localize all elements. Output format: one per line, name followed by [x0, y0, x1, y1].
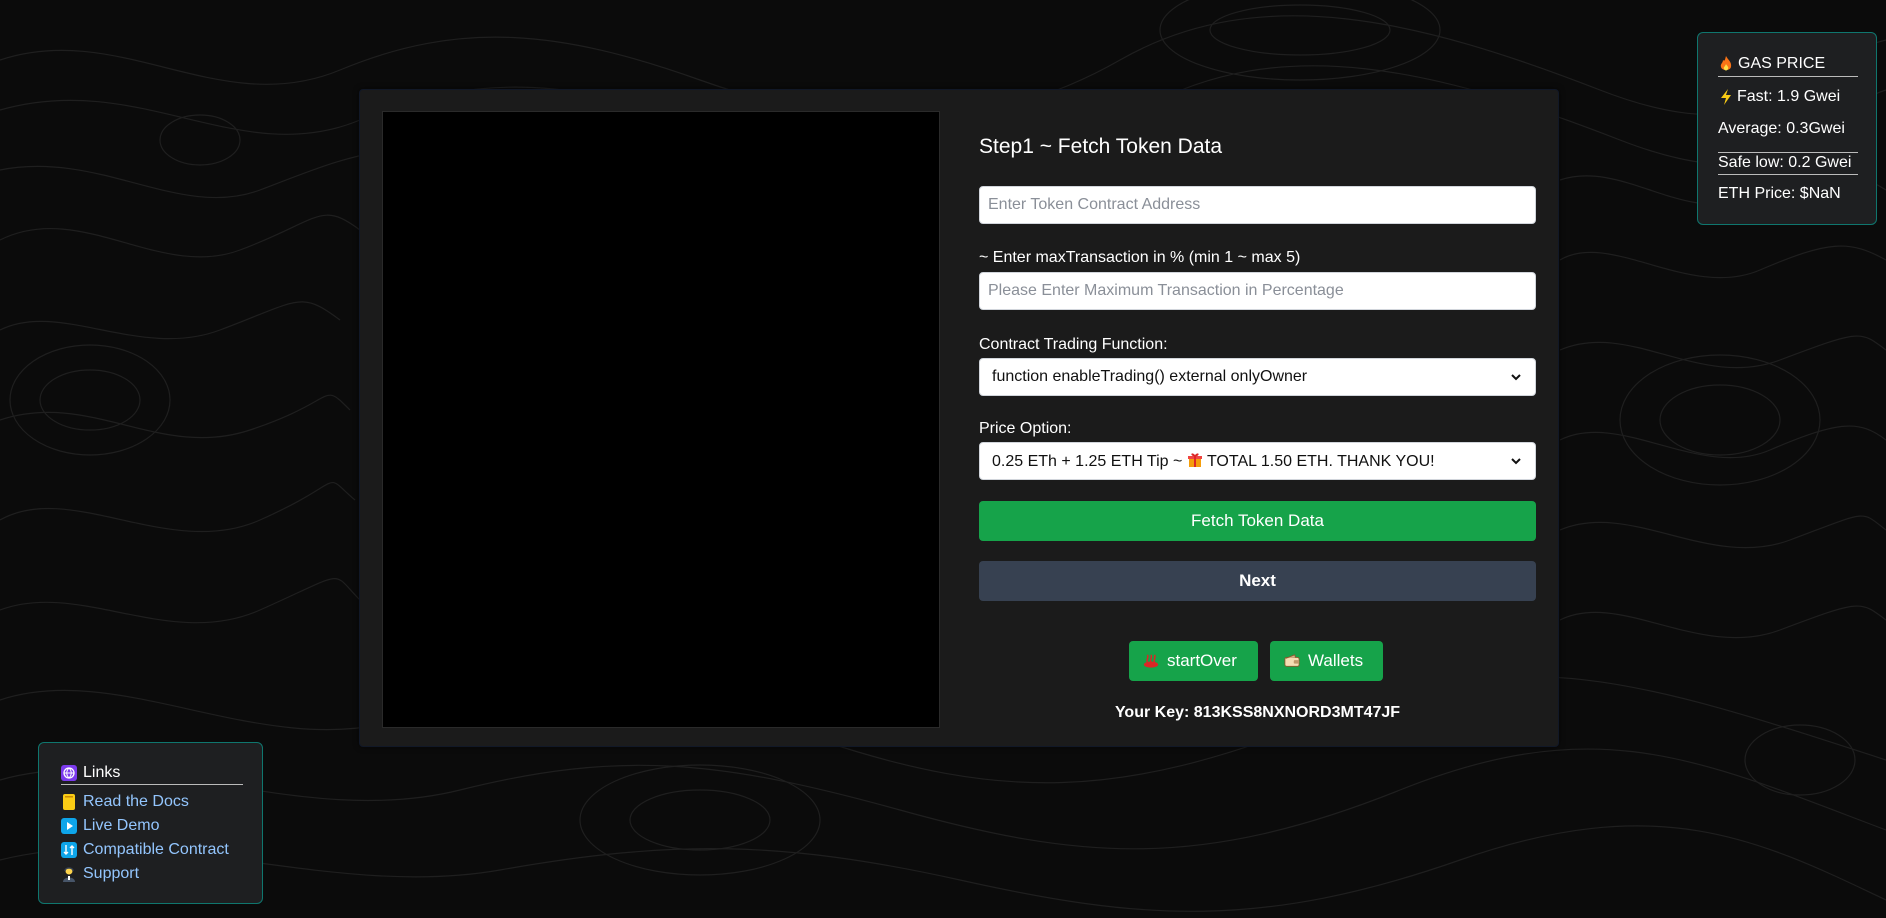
price-option-label: Price Option: [979, 420, 1072, 437]
gas-price-panel: GAS PRICE Fast: 1.9 Gwei Average: 0.3Gwe… [1697, 32, 1877, 225]
lightning-icon [1718, 89, 1734, 105]
wallets-label: Wallets [1308, 651, 1364, 670]
eth-price: ETH Price: $NaN [1718, 185, 1841, 202]
links-title: Links [61, 764, 243, 785]
start-over-label: startOver [1167, 651, 1237, 670]
step-title: Step1 ~ Fetch Token Data [979, 135, 1223, 158]
token-preview-panel [382, 111, 940, 728]
link-read-the-docs[interactable]: Read the Docs [61, 793, 189, 811]
globe-icon [61, 765, 77, 781]
gas-price-title: GAS PRICE [1718, 55, 1858, 77]
price-option-selected: 0.25 ETh + 1.25 ETH Tip ~ TOTAL 1.50 ETH… [992, 452, 1509, 471]
max-transaction-label: ~ Enter maxTransaction in % (min 1 ~ max… [979, 249, 1301, 266]
trading-function-select[interactable]: function enableTrading() external onlyOw… [979, 358, 1536, 396]
gas-fast-text: Fast: 1.9 Gwei [1737, 88, 1841, 105]
wallets-button[interactable]: Wallets [1270, 641, 1383, 681]
link-live-demo[interactable]: Live Demo [61, 817, 159, 835]
gas-safe-low: Safe low: 0.2 Gwei [1718, 152, 1858, 175]
links-panel: Links Read the Docs Live Demo Compatible… [38, 742, 263, 904]
book-icon [61, 794, 77, 810]
gas-price-title-text: GAS PRICE [1738, 55, 1826, 72]
gas-fast: Fast: 1.9 Gwei [1718, 88, 1840, 106]
gift-icon [1187, 452, 1203, 468]
fetch-token-data-button[interactable]: Fetch Token Data [979, 501, 1536, 541]
play-icon [61, 818, 77, 834]
chevron-down-icon [1511, 374, 1521, 381]
chevron-down-icon [1511, 458, 1521, 465]
price-option-suffix: TOTAL 1.50 ETH. THANK YOU! [1206, 452, 1435, 470]
link-live-demo-label: Live Demo [83, 817, 160, 834]
trading-function-label: Contract Trading Function: [979, 336, 1168, 353]
contract-address-input[interactable] [979, 186, 1536, 224]
link-compatible-contract[interactable]: Compatible Contract [61, 841, 229, 859]
link-compatible-contract-label: Compatible Contract [83, 841, 229, 858]
hot-springs-icon [1143, 653, 1159, 669]
max-transaction-input[interactable] [979, 272, 1536, 310]
fetch-token-form: Step1 ~ Fetch Token Data ~ Enter maxTran… [979, 90, 1539, 746]
link-support[interactable]: Support [61, 865, 139, 883]
user-key: Your Key: 813KSS8NXNORD3MT47JF [1114, 704, 1401, 721]
price-option-prefix: 0.25 ETh + 1.25 ETH Tip ~ [992, 452, 1183, 470]
links-title-text: Links [83, 764, 121, 781]
wallet-icon [1284, 653, 1300, 669]
gas-average: Average: 0.3Gwei [1718, 120, 1845, 137]
next-button[interactable]: Next [979, 561, 1536, 601]
swap-icon [61, 842, 77, 858]
price-option-select[interactable]: 0.25 ETh + 1.25 ETH Tip ~ TOTAL 1.50 ETH… [979, 442, 1536, 480]
trading-function-selected: function enableTrading() external onlyOw… [992, 368, 1308, 385]
main-card: Step1 ~ Fetch Token Data ~ Enter maxTran… [359, 89, 1559, 747]
link-support-label: Support [83, 865, 140, 882]
start-over-button[interactable]: startOver [1129, 641, 1258, 681]
support-agent-icon [61, 866, 77, 882]
link-read-the-docs-label: Read the Docs [83, 793, 189, 810]
fire-icon [1718, 56, 1734, 72]
